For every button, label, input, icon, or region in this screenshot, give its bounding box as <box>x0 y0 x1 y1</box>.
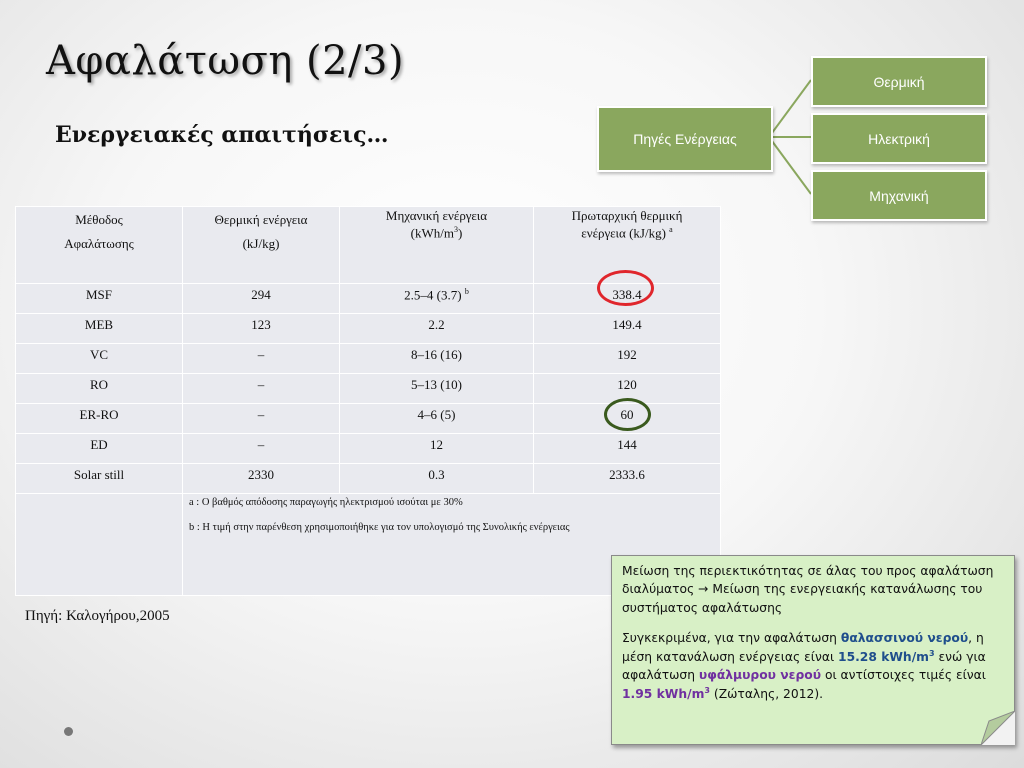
cell-thermal: 294 <box>182 283 340 314</box>
energy-electric-box: Ηλεκτρική <box>811 113 987 164</box>
cell-empty <box>15 493 183 596</box>
page-fold-corner <box>981 711 1015 745</box>
footnote-a: a : Ο βαθμός απόδοσης παραγωγής ηλεκτρισ… <box>189 497 463 508</box>
cell-primary: 149.4 <box>533 313 721 344</box>
cell-mechanical: 2.2 <box>339 313 534 344</box>
table-row: Solar still 2330 0.3 2333.6 <box>15 463 721 494</box>
energy-mechanical-box: Μηχανική <box>811 170 987 221</box>
cell-thermal: 123 <box>182 313 340 344</box>
energy-electric-label: Ηλεκτρική <box>868 130 930 147</box>
cell-method: MEB <box>15 313 183 344</box>
cell-thermal: – <box>182 373 340 404</box>
cell-method: VC <box>15 343 183 374</box>
energy-mechanical-label: Μηχανική <box>869 187 929 204</box>
bullet-dot <box>64 727 73 736</box>
note-paragraph-1: Μείωση της περιεκτικότητας σε άλας του π… <box>622 564 994 615</box>
cell-mechanical: 12 <box>339 433 534 464</box>
header-method: Μέθοδος Αφαλάτωσης <box>15 206 183 284</box>
table-row: ED – 12 144 <box>15 433 721 464</box>
highlight-circle-er-ro <box>604 398 651 431</box>
brackish-value: 1.95 kWh/m <box>622 686 705 701</box>
energy-thermal-box: Θερμική <box>811 56 987 107</box>
cell-thermal: – <box>182 403 340 434</box>
energy-sources-root-label: Πηγές Ενέργειας <box>633 131 737 147</box>
energy-thermal-label: Θερμική <box>873 73 925 90</box>
source-citation: Πηγή: Καλογήρου,2005 <box>25 608 170 624</box>
brackish-highlight: υφάλμυρου νερού <box>698 668 822 683</box>
note-paragraph-2: Συγκεκριμένα, για την αφαλάτωση θαλασσιν… <box>622 631 986 701</box>
footnote-b: b : Η τιμή στην παρένθεση χρησιμοποιήθηκ… <box>189 521 570 533</box>
seawater-highlight: θαλασσινού νερού <box>840 631 969 646</box>
cell-method: MSF <box>15 283 183 314</box>
cell-thermal: 2330 <box>182 463 340 494</box>
cell-mechanical: 5–13 (10) <box>339 373 534 404</box>
cell-method: RO <box>15 373 183 404</box>
cell-method: Solar still <box>15 463 183 494</box>
cell-thermal: – <box>182 343 340 374</box>
seawater-value: 15.28 kWh/m <box>838 649 929 664</box>
table-row: VC – 8–16 (16) 192 <box>15 343 721 374</box>
header-mechanical-energy: Μηχανική ενέργεια (kWh/m3) <box>339 206 534 284</box>
cell-mechanical: 8–16 (16) <box>339 343 534 374</box>
cell-mechanical: 0.3 <box>339 463 534 494</box>
cell-primary: 2333.6 <box>533 463 721 494</box>
cell-method: ER-RO <box>15 403 183 434</box>
cell-thermal: – <box>182 433 340 464</box>
table-row: RO – 5–13 (10) 120 <box>15 373 721 404</box>
cell-primary: 144 <box>533 433 721 464</box>
cell-primary: 192 <box>533 343 721 374</box>
highlight-circle-msf <box>597 270 654 306</box>
header-thermal-energy: Θερμική ενέργεια (kJ/kg) <box>182 206 340 284</box>
cell-method: ED <box>15 433 183 464</box>
cell-mechanical: 4–6 (5) <box>339 403 534 434</box>
table-row: MEB 123 2.2 149.4 <box>15 313 721 344</box>
cell-mechanical: 2.5–4 (3.7) b <box>339 283 534 314</box>
energy-note-callout: Μείωση της περιεκτικότητας σε άλας του π… <box>611 555 1015 745</box>
energy-sources-root-box: Πηγές Ενέργειας <box>597 106 773 172</box>
